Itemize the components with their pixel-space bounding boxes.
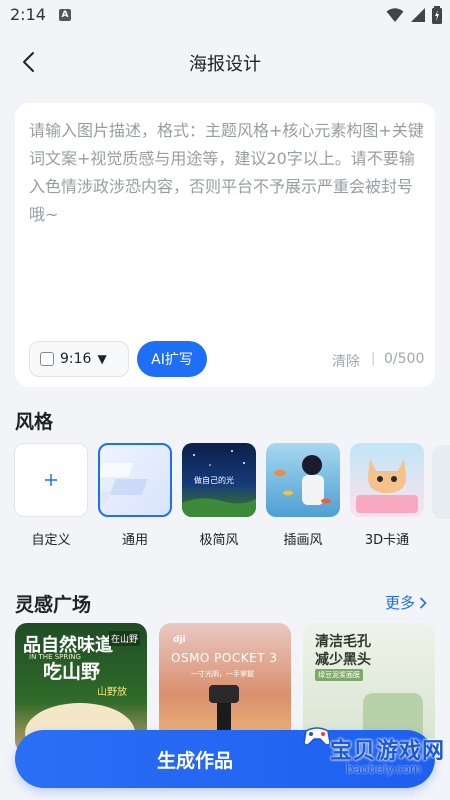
style-thumb-minimal: 做自己的光 <box>182 443 256 517</box>
style-thumb-illustration <box>266 443 340 517</box>
card-subtext: 一寸光阴，一手掌握 <box>191 670 254 678</box>
battery-icon <box>432 6 442 24</box>
signal-icon <box>411 8 425 22</box>
card-headline: OSMO POCKET 3 <box>171 651 278 665</box>
3d-cartoon-style-image <box>356 459 418 513</box>
card-headline-2: 吃山野 <box>43 661 101 683</box>
watermark-text: 宝贝游戏网 <box>330 739 446 764</box>
status-icons <box>386 6 442 24</box>
status-bar: 2:14 A <box>0 0 450 32</box>
style-item-custom[interactable]: 自定义 <box>13 443 89 548</box>
card-headline-2: 减少黑头 <box>315 652 371 668</box>
clear-button[interactable]: 清除 <box>332 351 360 371</box>
svg-text:做自己的光: 做自己的光 <box>194 475 234 485</box>
general-style-image <box>100 463 148 503</box>
watermark-url: baobeiy.com <box>346 762 422 776</box>
a-icon: A <box>59 9 71 21</box>
prompt-card: 请输入图片描述，格式：主题风格+核心元素构图+关键词文案+视觉质感与用途等，建议… <box>15 103 435 387</box>
style-thumb-3d-cartoon <box>350 443 424 517</box>
ratio-checkbox[interactable] <box>40 352 54 366</box>
style-label: 3D卡通 <box>364 533 410 548</box>
card-tag-2: 山野放 <box>97 687 127 698</box>
inspiration-section-title: 灵感广场 <box>15 594 92 616</box>
style-thumb-custom <box>14 443 88 517</box>
style-item-next-partial[interactable] <box>432 445 450 519</box>
ratio-value: 9:16 <box>60 351 92 367</box>
dji-logo: dji <box>173 635 186 645</box>
style-label: 通用 <box>121 533 148 548</box>
card-headline: 清洁毛孔 <box>315 634 371 650</box>
generate-label: 生成作品 <box>156 749 233 772</box>
style-label: 极简风 <box>199 533 239 548</box>
style-label: 自定义 <box>31 533 71 548</box>
style-thumb-general <box>98 443 172 517</box>
char-counter: 0/500 <box>384 351 425 367</box>
card-tag: 绿豆泥浆面膜 <box>315 669 363 681</box>
more-label: 更多 <box>385 594 416 612</box>
product-head-image <box>209 685 239 703</box>
chevron-right-icon <box>419 596 427 609</box>
gamepad-icon <box>303 727 331 746</box>
style-section-title: 风格 <box>15 411 54 433</box>
style-item-illustration[interactable]: 插画风 <box>265 443 341 548</box>
style-label: 插画风 <box>283 533 323 548</box>
prompt-input[interactable]: 请输入图片描述，格式：主题风格+核心元素构图+关键词文案+视觉质感与用途等，建议… <box>29 117 425 229</box>
page-title: 海报设计 <box>189 54 261 75</box>
wifi-icon <box>386 8 404 22</box>
ratio-selector[interactable]: 9:16 ▼ <box>29 341 129 377</box>
card-tag: 在山野 <box>109 631 141 646</box>
header: 海报设计 <box>0 36 450 88</box>
ai-expand-button[interactable]: AI扩写 <box>137 341 207 377</box>
minimal-style-image: 做自己的光 <box>182 450 256 517</box>
separator: | <box>371 351 376 366</box>
style-item-3d-cartoon[interactable]: 3D卡通 <box>349 443 425 548</box>
watermark: 宝贝游戏网 baobeiy.com <box>300 727 450 785</box>
caret-down-icon: ▼ <box>97 352 107 366</box>
style-item-general[interactable]: 通用 <box>97 443 173 548</box>
plus-icon <box>45 474 57 486</box>
status-time: 2:14 <box>10 5 46 24</box>
more-link[interactable]: 更多 <box>385 592 427 613</box>
style-item-minimal[interactable]: 做自己的光 极简风 <box>181 443 257 548</box>
illustration-style-image <box>274 455 331 505</box>
